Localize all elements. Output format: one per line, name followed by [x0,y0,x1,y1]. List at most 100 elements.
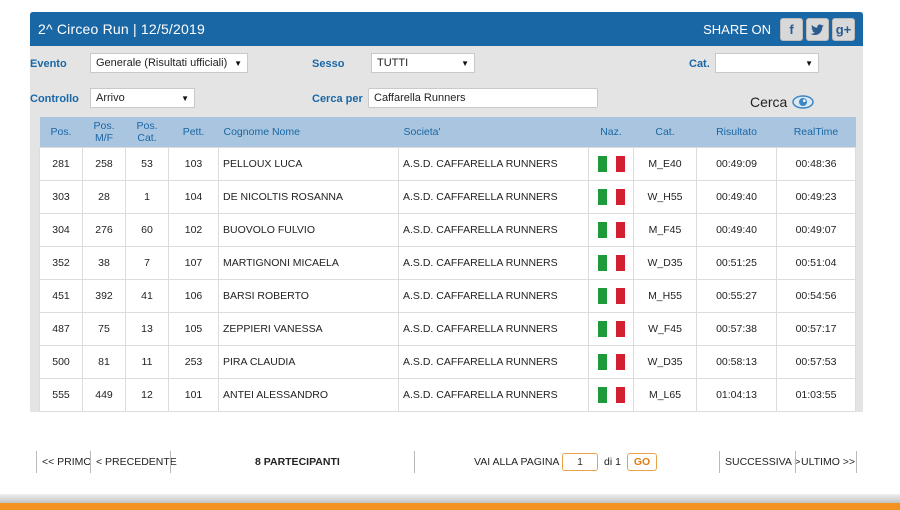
col-name[interactable]: Cognome Nome [218,117,399,148]
cell-realtime: 00:51:04 [776,246,856,280]
results-panel: 2^ Circeo Run | 12/5/2019 SHARE ON f g+ … [30,12,863,412]
chevron-down-icon: ▼ [461,58,469,68]
cerca-button[interactable]: Cerca [750,94,815,110]
cat-select[interactable]: ▼ [715,53,819,73]
evento-select[interactable]: Generale (Risultati ufficiali) ▼ [90,53,248,73]
cell-pett: 107 [168,246,219,280]
cerca-per-input[interactable]: Caffarella Runners [368,88,598,108]
col-naz[interactable]: Naz. [588,117,634,148]
cell-pos-cat: 12 [125,378,169,412]
table-header-row: Pos. Pos. M/F Pos. Cat. Pett. Cognome No… [39,117,856,148]
cell-pos-mf: 276 [82,213,126,247]
page-number-input[interactable]: 1 [562,453,598,471]
cell-pos-cat: 7 [125,246,169,280]
cell-societa: A.S.D. CAFFARELLA RUNNERS [398,279,589,313]
italy-flag-icon [597,288,625,304]
footer-band [0,503,900,510]
results-header: 2^ Circeo Run | 12/5/2019 SHARE ON f g+ [30,12,863,46]
divider [170,451,171,473]
divider [90,451,91,473]
cell-pett: 104 [168,180,219,214]
cell-name: DE NICOLTIS ROSANNA [218,180,399,214]
chevron-down-icon: ▼ [181,93,189,103]
col-risultato[interactable]: Risultato [696,117,777,148]
table-row[interactable]: 352 38 7 107 MARTIGNONI MICAELA A.S.D. CAFFAR… [39,246,856,280]
col-societa[interactable]: Societa' [398,117,589,148]
cell-cat: M_E40 [633,147,697,181]
cell-naz [588,345,634,379]
cerca-label: Cerca [750,94,788,110]
first-page-link[interactable]: << PRIMO [42,451,92,473]
cell-pos-mf: 258 [82,147,126,181]
cell-risultato: 00:58:13 [696,345,777,379]
col-cat[interactable]: Cat. [633,117,697,148]
table-row[interactable]: 451 392 41 106 BARSI ROBERTO A.S.D. CAFFARELL… [39,279,856,313]
cell-pos: 487 [39,312,83,346]
cell-name: MARTIGNONI MICAELA [218,246,399,280]
google-plus-icon[interactable]: g+ [832,17,855,41]
cell-name: PELLOUX LUCA [218,147,399,181]
last-page-link[interactable]: ULTIMO >> [801,451,855,473]
facebook-icon[interactable]: f [780,17,803,41]
cell-realtime: 00:57:53 [776,345,856,379]
page-title: 2^ Circeo Run | 12/5/2019 [38,21,205,37]
table-row[interactable]: 500 81 11 253 PIRA CLAUDIA A.S.D. CAFFARELLA … [39,345,856,379]
cell-naz [588,180,634,214]
controllo-select[interactable]: Arrivo ▼ [90,88,195,108]
controllo-label: Controllo [30,93,79,105]
results-body: 281 258 53 103 PELLOUX LUCA A.S.D. CAFFARELLA… [39,147,856,412]
sesso-select[interactable]: TUTTI ▼ [371,53,475,73]
cell-societa: A.S.D. CAFFARELLA RUNNERS [398,345,589,379]
goto-page-label: VAI ALLA PAGINA [474,456,560,468]
cell-risultato: 01:04:13 [696,378,777,412]
cell-naz [588,147,634,181]
col-pos-mf[interactable]: Pos. M/F [82,117,126,148]
col-pett[interactable]: Pett. [168,117,219,148]
divider [719,451,720,473]
page-total: di 1 [604,456,621,468]
cell-societa: A.S.D. CAFFARELLA RUNNERS [398,180,589,214]
cell-realtime: 00:57:17 [776,312,856,346]
italy-flag-icon [597,189,625,205]
table-row[interactable]: 304 276 60 102 BUOVOLO FULVIO A.S.D. CAFFAREL… [39,213,856,247]
cell-societa: A.S.D. CAFFARELLA RUNNERS [398,213,589,247]
next-page-link[interactable]: SUCCESSIVA > [725,451,800,473]
previous-page-link[interactable]: < PRECEDENTE [96,451,177,473]
cell-pett: 106 [168,279,219,313]
cell-pett: 105 [168,312,219,346]
col-pos[interactable]: Pos. [39,117,83,148]
cell-pos-cat: 13 [125,312,169,346]
cell-realtime: 00:49:23 [776,180,856,214]
cell-pos-cat: 41 [125,279,169,313]
cell-cat: M_L65 [633,378,697,412]
italy-flag-icon [597,156,625,172]
cell-cat: W_H55 [633,180,697,214]
table-row[interactable]: 281 258 53 103 PELLOUX LUCA A.S.D. CAFFARELLA… [39,147,856,181]
evento-value: Generale (Risultati ufficiali) [96,57,228,69]
cell-name: BARSI ROBERTO [218,279,399,313]
divider [856,451,857,473]
table-row[interactable]: 303 28 1 104 DE NICOLTIS ROSANNA A.S.D. CAFFA… [39,180,856,214]
cat-label: Cat. [689,58,710,70]
controllo-value: Arrivo [96,92,125,104]
col-realtime[interactable]: RealTime [776,117,856,148]
cell-naz [588,279,634,313]
cell-risultato: 00:57:38 [696,312,777,346]
cell-pos: 500 [39,345,83,379]
cell-pos: 352 [39,246,83,280]
cell-realtime: 01:03:55 [776,378,856,412]
cell-societa: A.S.D. CAFFARELLA RUNNERS [398,312,589,346]
cell-risultato: 00:49:40 [696,180,777,214]
col-pos-cat[interactable]: Pos. Cat. [125,117,169,148]
evento-label: Evento [30,58,67,70]
go-button[interactable]: GO [627,453,657,471]
cell-pos-cat: 11 [125,345,169,379]
table-row[interactable]: 487 75 13 105 ZEPPIERI VANESSA A.S.D. CAFFARE… [39,312,856,346]
twitter-icon[interactable] [806,17,829,41]
table-row[interactable]: 555 449 12 101 ANTEI ALESSANDRO A.S.D. CAFFAR… [39,378,856,412]
sesso-label: Sesso [312,58,345,70]
cell-pos-mf: 81 [82,345,126,379]
cell-pett: 103 [168,147,219,181]
cell-realtime: 00:49:07 [776,213,856,247]
chevron-down-icon: ▼ [805,58,813,68]
